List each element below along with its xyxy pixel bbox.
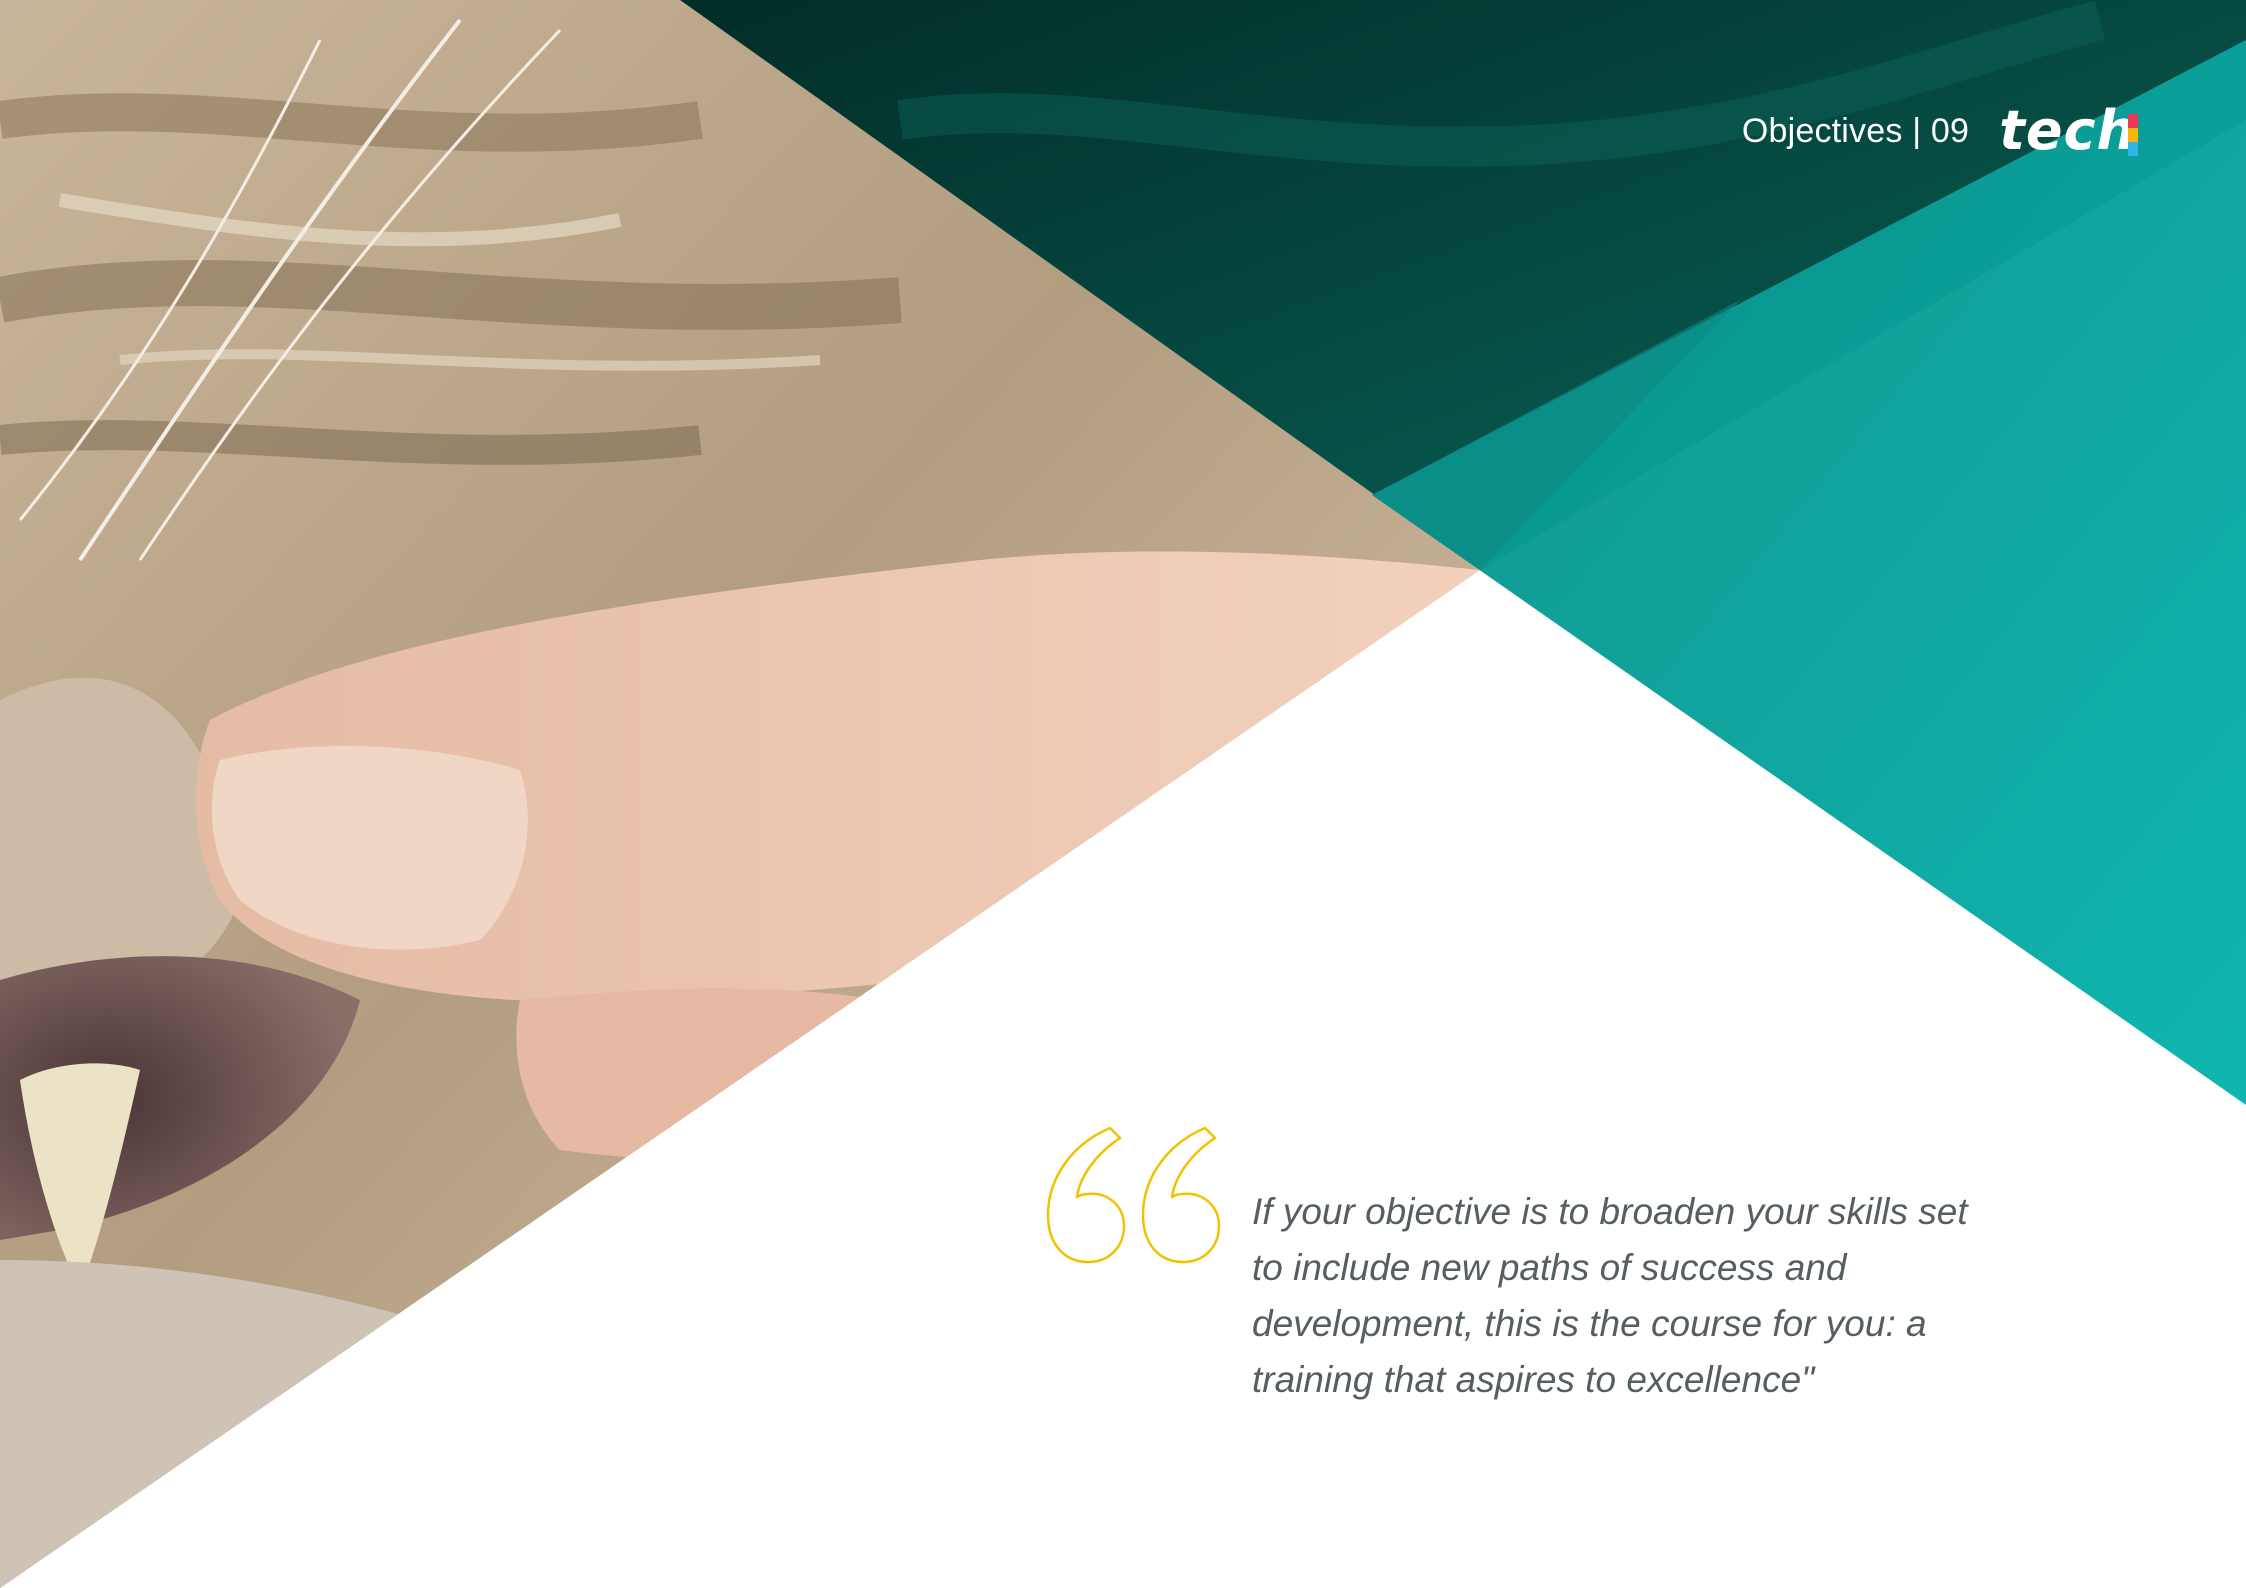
- logo-text: tech: [1999, 99, 2136, 162]
- quote-open-icon: [1046, 1126, 1221, 1264]
- section-label: Objectives | 09: [1741, 111, 1970, 150]
- document-page: Objectives | 09 tech If your objective i…: [0, 0, 2246, 1588]
- logo-bar-yellow: [2128, 128, 2138, 142]
- logo-bar-blue: [2128, 142, 2138, 156]
- page-header: Objectives | 09 tech: [1741, 104, 2138, 158]
- tech-logo: tech: [1999, 104, 2138, 158]
- quote-text: If your objective is to broaden your ski…: [1252, 1191, 1968, 1400]
- logo-bar-red: [2128, 114, 2138, 128]
- logo-color-bars: [2128, 114, 2138, 156]
